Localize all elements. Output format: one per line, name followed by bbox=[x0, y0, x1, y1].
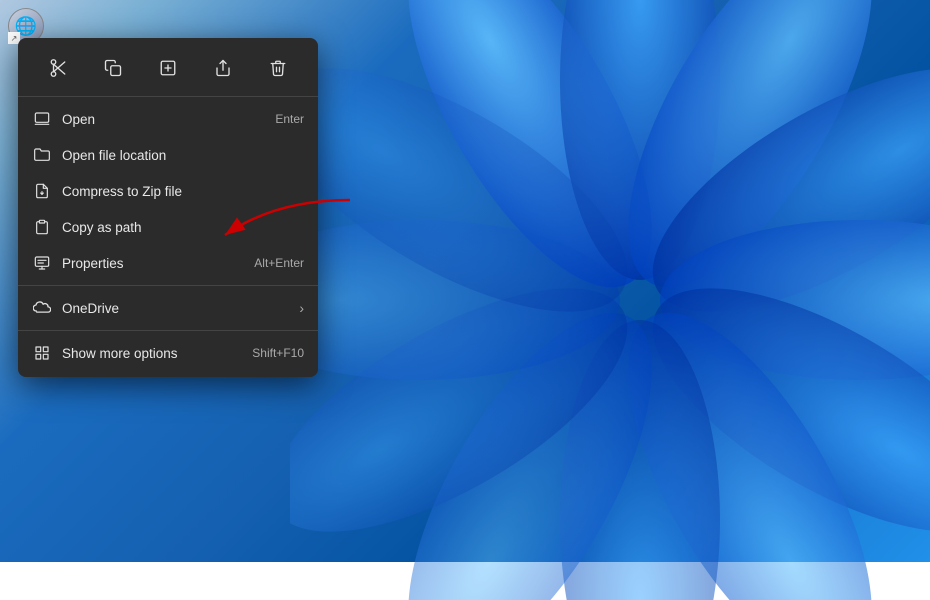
menu-item-open[interactable]: Open Enter bbox=[18, 101, 318, 137]
open-label: Open bbox=[62, 112, 275, 127]
onedrive-arrow: › bbox=[299, 300, 304, 316]
open-file-location-label: Open file location bbox=[62, 148, 304, 163]
copy-path-icon bbox=[32, 217, 52, 237]
bloom-decoration bbox=[290, 0, 930, 600]
menu-item-open-file-location[interactable]: Open file location bbox=[18, 137, 318, 173]
open-shortcut: Enter bbox=[275, 112, 304, 126]
cut-button[interactable] bbox=[40, 50, 76, 86]
copy-button[interactable] bbox=[95, 50, 131, 86]
compress-icon bbox=[32, 181, 52, 201]
desktop: 🌐 ↗ bbox=[0, 0, 930, 562]
file-location-icon bbox=[32, 145, 52, 165]
open-icon bbox=[32, 109, 52, 129]
menu-item-compress[interactable]: Compress to Zip file bbox=[18, 173, 318, 209]
onedrive-label: OneDrive bbox=[62, 301, 299, 316]
show-more-label: Show more options bbox=[62, 346, 252, 361]
properties-icon bbox=[32, 253, 52, 273]
onedrive-icon bbox=[32, 298, 52, 318]
menu-divider-1 bbox=[18, 285, 318, 286]
menu-item-properties[interactable]: Properties Alt+Enter bbox=[18, 245, 318, 281]
properties-shortcut: Alt+Enter bbox=[254, 256, 304, 270]
show-more-shortcut: Shift+F10 bbox=[252, 346, 304, 360]
copy-as-path-label: Copy as path bbox=[62, 220, 304, 235]
share-button[interactable] bbox=[205, 50, 241, 86]
compress-label: Compress to Zip file bbox=[62, 184, 304, 199]
context-menu: Open Enter Open file location Compress t… bbox=[18, 38, 318, 377]
menu-toolbar bbox=[18, 44, 318, 97]
show-more-icon bbox=[32, 343, 52, 363]
delete-button[interactable] bbox=[260, 50, 296, 86]
rename-button[interactable] bbox=[150, 50, 186, 86]
menu-item-onedrive[interactable]: OneDrive › bbox=[18, 290, 318, 326]
properties-label: Properties bbox=[62, 256, 254, 271]
menu-item-copy-as-path[interactable]: Copy as path bbox=[18, 209, 318, 245]
menu-item-show-more[interactable]: Show more options Shift+F10 bbox=[18, 335, 318, 371]
menu-divider-2 bbox=[18, 330, 318, 331]
